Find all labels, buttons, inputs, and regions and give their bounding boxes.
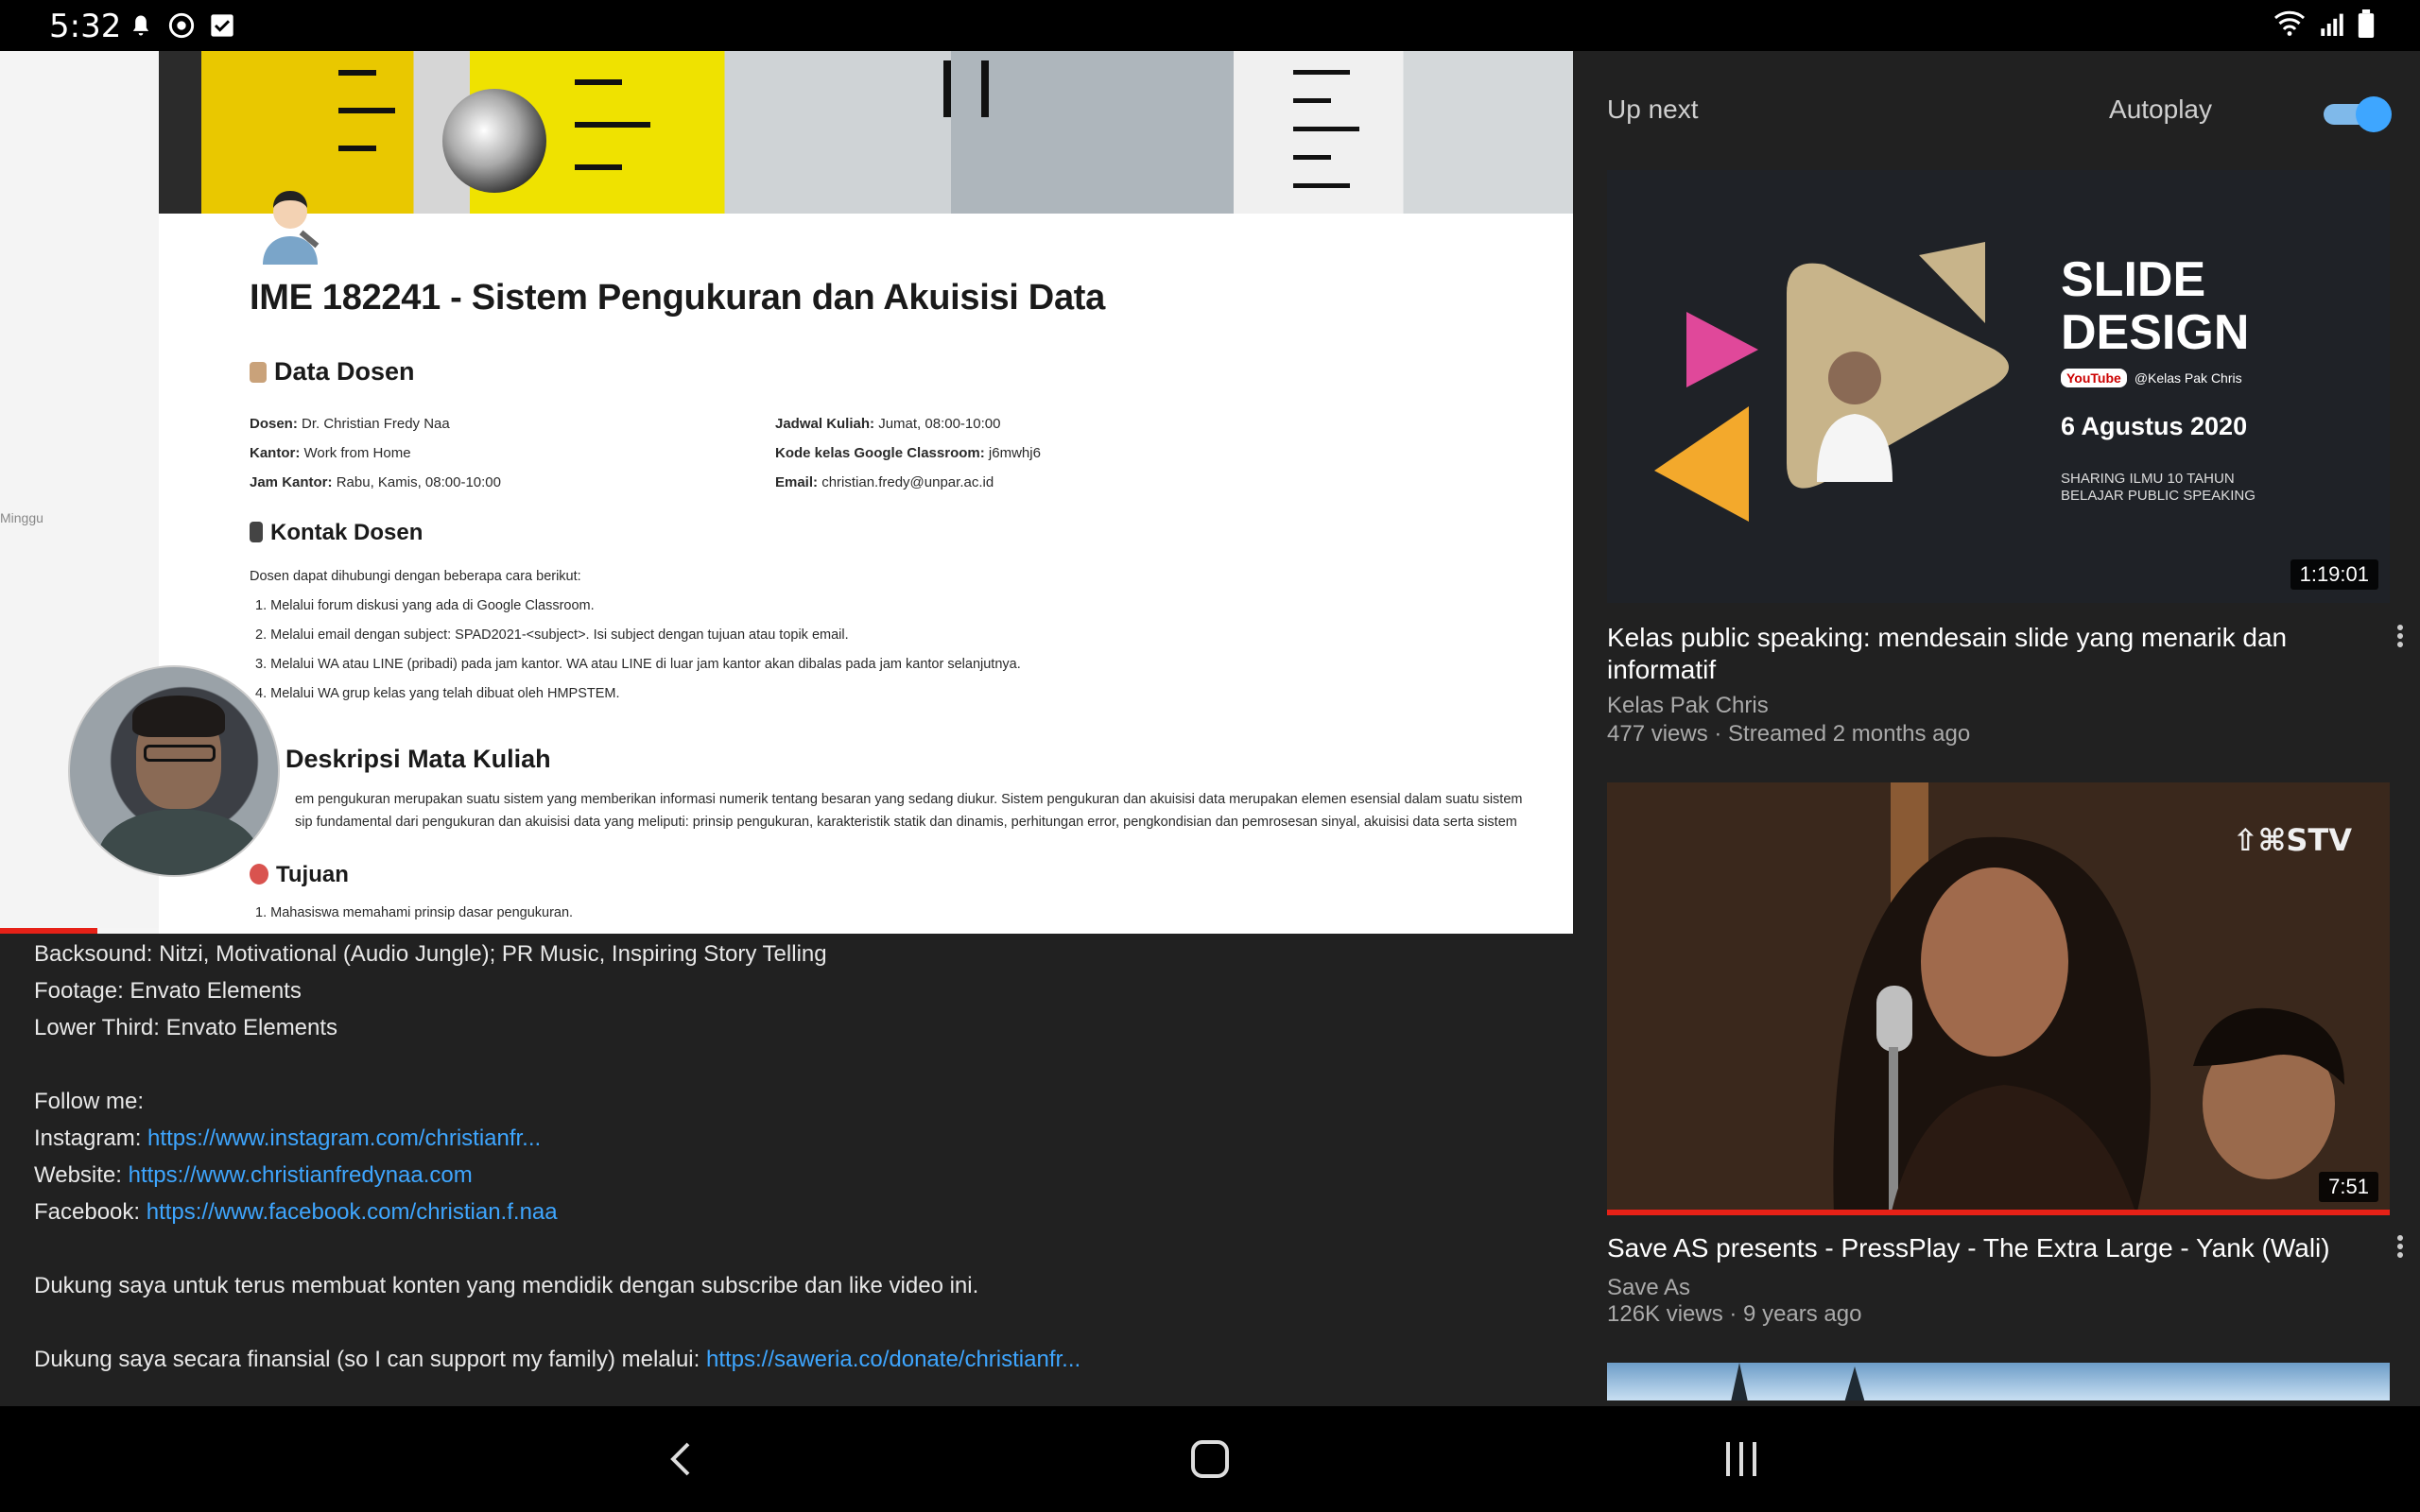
video-title[interactable]: Save AS presents - PressPlay - The Extra… [1607, 1232, 2354, 1264]
kantor-row: Kantor: Work from Home [250, 445, 411, 461]
kode-kelas-row: Kode kelas Google Classroom: j6mwhj6 [775, 445, 1041, 461]
kontak-intro: Dosen dapat dihubungi dengan beberapa ca… [250, 569, 581, 584]
header-image [159, 51, 1573, 214]
video-duration: 7:51 [2319, 1172, 2378, 1202]
slide-design-art [1654, 242, 2009, 522]
video-stats: 477 views · Streamed 2 months ago [1607, 721, 1971, 747]
check-icon [211, 14, 233, 37]
signal-icon [2321, 13, 2343, 36]
video-stats: 126K views · 9 years ago [1607, 1301, 1862, 1327]
kontak-item: 2. Melalui email dengan subject: SPAD202… [255, 627, 849, 643]
kontak-item: 4. Melalui WA grup kelas yang telah dibu… [255, 686, 620, 701]
technician-emoji-icon [263, 191, 320, 265]
section-data-dosen: Data Dosen [250, 357, 415, 387]
kontak-item: 1. Melalui forum diskusi yang ada di Goo… [255, 598, 595, 613]
jadwal-row: Jadwal Kuliah: Jumat, 08:00-10:00 [775, 416, 1001, 432]
video-duration: 1:19:01 [2290, 559, 2378, 590]
thumb-tagline-2: BELAJAR PUBLIC SPEAKING [2061, 488, 2256, 504]
saweria-link[interactable]: https://saweria.co/donate/christianfr... [706, 1347, 1080, 1372]
deskripsi-line: sip fundamental dari pengukuran dan akui… [295, 815, 1517, 830]
wifi-icon [2274, 10, 2305, 36]
status-time: 5:32 [49, 8, 122, 45]
up-next-panel: Up next Autoplay SLIDE DESIGN YouTube @Ke… [1573, 51, 2420, 1327]
phone-emoji-icon [250, 522, 263, 542]
deskripsi-line: em pengukuran merupakan suatu sistem yan… [295, 792, 1523, 807]
channel-watermark: ⇧⌘STV [2232, 822, 2352, 858]
desc-dukung-2: Dukung saya secara finansial (so I can s… [34, 1347, 1081, 1372]
tujuan-item: 1. Mahasiswa memahami prinsip dasar peng… [255, 905, 574, 920]
desc-footage: Footage: Envato Elements [34, 978, 302, 1004]
doc-title: IME 182241 - Sistem Pengukuran dan Akuis… [250, 278, 1105, 318]
video-channel: Save As [1607, 1275, 1691, 1300]
notification-icon [132, 15, 149, 36]
video-channel: Kelas Pak Chris [1607, 693, 1769, 718]
progress-bar-fill [0, 928, 98, 934]
video-description: Backsound: Nitzi, Motivational (Audio Ju… [34, 936, 1547, 1378]
video-thumbnail[interactable]: ⇧⌘STV 7:51 [1607, 782, 2390, 1215]
recents-icon[interactable] [1713, 1435, 1770, 1484]
email-row: Email: christian.fredy@unpar.ac.id [775, 474, 994, 490]
dosen-row: Dosen: Dr. Christian Fredy Naa [250, 416, 450, 432]
side-text: Minggu [0, 510, 43, 525]
website-link[interactable]: https://www.christianfredynaa.com [129, 1162, 473, 1188]
more-options-icon[interactable] [2395, 1232, 2405, 1264]
battery-icon [2358, 9, 2375, 38]
desc-lower-third: Lower Third: Envato Elements [34, 1015, 338, 1040]
desc-backsound: Backsound: Nitzi, Motivational (Audio Ju… [34, 941, 827, 967]
teacher-emoji-icon [250, 362, 267, 383]
section-deskripsi: Deskripsi Mata Kuliah [285, 745, 551, 773]
desc-follow: Follow me: [34, 1089, 145, 1114]
kontak-item: 3. Melalui WA atau LINE (pribadi) pada j… [255, 657, 1021, 672]
up-next-header: Up next [1607, 94, 1699, 124]
partial-thumb-art [1731, 1363, 1865, 1400]
section-kontak-dosen: Kontak Dosen [250, 520, 423, 546]
desc-instagram: Instagram: https://www.instagram.com/chr… [34, 1125, 542, 1151]
thumb-youtube-handle: YouTube @Kelas Pak Chris [2061, 369, 2242, 387]
desc-facebook: Facebook: https://www.facebook.com/chris… [34, 1199, 558, 1225]
chrome-icon [168, 12, 195, 39]
video-thumbnail-partial[interactable] [1607, 1363, 2390, 1400]
home-icon[interactable] [1182, 1435, 1238, 1484]
video-thumbnail[interactable]: SLIDE DESIGN YouTube @Kelas Pak Chris 6 A… [1607, 170, 2390, 603]
back-icon[interactable] [652, 1435, 709, 1484]
system-nav-bar [0, 1406, 2420, 1512]
video-player[interactable]: Minggu IME 182241 - Sistem Pengukuran da… [0, 51, 1573, 934]
section-tujuan: Tujuan [250, 862, 349, 888]
status-bar: 5:32 [0, 0, 2420, 51]
thumb-slide-line1: SLIDE [2061, 252, 2206, 307]
autoplay-label: Autoplay [2109, 94, 2212, 124]
facebook-link[interactable]: https://www.facebook.com/christian.f.naa [147, 1199, 558, 1225]
presenter-webcam [68, 665, 280, 877]
watched-progress-bar [1607, 1210, 2390, 1215]
autoplay-toggle[interactable] [2324, 96, 2392, 132]
desc-dukung-1: Dukung saya untuk terus membuat konten y… [34, 1273, 979, 1298]
screw-image [442, 89, 546, 193]
thumb-tagline-1: SHARING ILMU 10 TAHUN [2061, 471, 2235, 487]
instagram-link[interactable]: https://www.instagram.com/christianfr... [147, 1125, 541, 1151]
jam-kantor-row: Jam Kantor: Rabu, Kamis, 08:00-10:00 [250, 474, 501, 490]
progress-bar[interactable] [0, 928, 1573, 934]
thumb-date: 6 Agustus 2020 [2061, 412, 2248, 440]
desc-website: Website: https://www.christianfredynaa.c… [34, 1162, 473, 1188]
course-document: IME 182241 - Sistem Pengukuran dan Akuis… [159, 191, 1573, 934]
thumb-slide-line2: DESIGN [2061, 305, 2250, 360]
video-title[interactable]: Kelas public speaking: mendesain slide y… [1607, 622, 2354, 686]
more-options-icon[interactable] [2395, 622, 2405, 654]
